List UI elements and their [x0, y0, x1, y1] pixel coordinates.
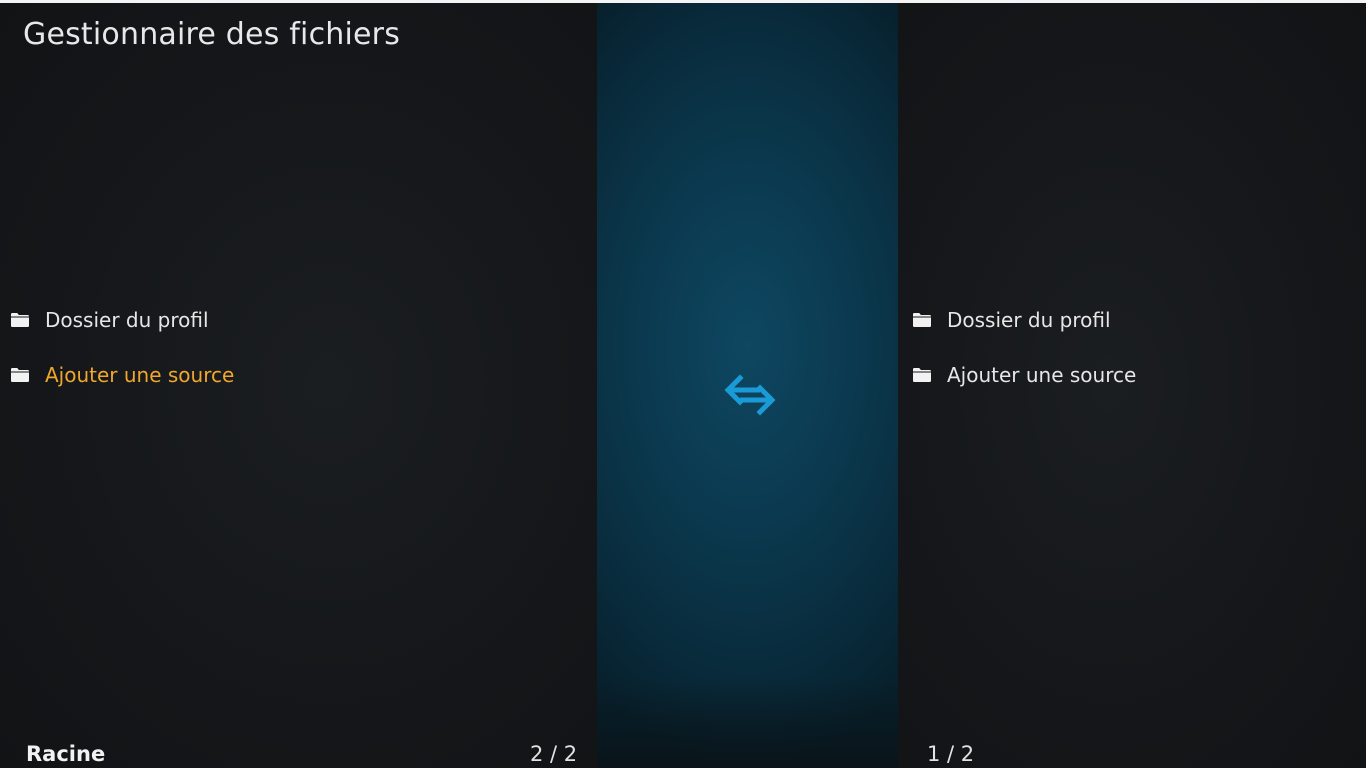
item-label: Dossier du profil: [947, 308, 1111, 332]
page-title: Gestionnaire des fichiers: [23, 17, 401, 52]
item-label: Dossier du profil: [45, 308, 209, 332]
folder-icon: [11, 313, 29, 327]
right-item-add-source[interactable]: Ajouter une source: [912, 355, 1136, 410]
folder-icon: [11, 368, 29, 382]
right-item-count: 1 / 2: [927, 742, 975, 766]
folder-icon: [913, 313, 931, 327]
right-item-profile-folder[interactable]: Dossier du profil: [912, 300, 1136, 355]
top-edge: [0, 0, 1366, 3]
item-label: Ajouter une source: [947, 363, 1137, 387]
swap-arrows-icon[interactable]: [722, 372, 778, 420]
right-file-list: Dossier du profil Ajouter une source: [912, 300, 1136, 410]
left-item-add-source[interactable]: Ajouter une source: [10, 355, 234, 410]
right-pane: Dossier du profil Ajouter une source: [898, 0, 1366, 768]
folder-icon: [913, 368, 931, 382]
file-manager-screen: Dossier du profil Ajouter une source Dos…: [0, 0, 1366, 768]
left-file-list: Dossier du profil Ajouter une source: [10, 300, 234, 410]
left-item-profile-folder[interactable]: Dossier du profil: [10, 300, 234, 355]
item-label: Ajouter une source: [45, 363, 235, 387]
left-pane: Dossier du profil Ajouter une source: [0, 0, 597, 768]
left-item-count: 2 / 2: [530, 742, 578, 766]
current-path: Racine: [26, 742, 106, 766]
